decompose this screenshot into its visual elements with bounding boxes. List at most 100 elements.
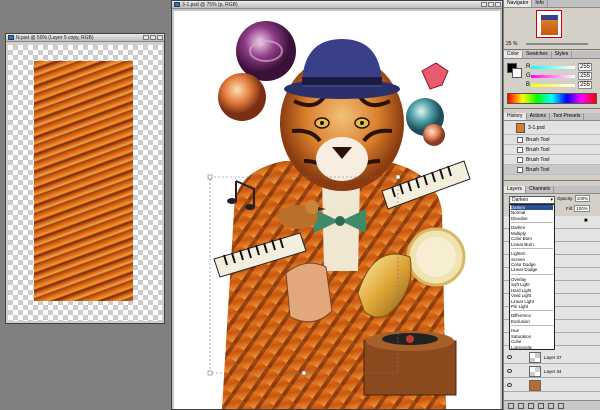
blend-mode-value: Darken: [512, 197, 529, 203]
main-canvas[interactable]: [174, 11, 500, 409]
blend-mode-option[interactable]: Dissolve: [511, 216, 553, 221]
navigator-thumbnail[interactable]: [536, 10, 562, 38]
tab-tool-presets[interactable]: Tool Presets: [550, 113, 585, 120]
left-window-title: N.psd @ 50% (Layer 5 copy, RGB): [16, 34, 94, 41]
mask-icon[interactable]: [528, 403, 534, 409]
chevron-down-icon: ▾: [550, 197, 553, 203]
background-swatch[interactable]: [512, 68, 522, 78]
b-row: B 255: [526, 80, 598, 89]
left-canvas[interactable]: [8, 45, 162, 321]
layer-name: Layer 37: [544, 355, 562, 360]
tab-swatches[interactable]: Swatches: [523, 51, 552, 58]
r-row: R 255: [526, 62, 598, 71]
history-item[interactable]: Brush Tool: [504, 145, 600, 155]
photoshop-doc-icon: [174, 2, 180, 7]
layer-row[interactable]: Layer 37: [504, 351, 600, 364]
color-tabs: Color Swatches Styles: [504, 51, 600, 59]
navigator-panel: Navigator Info 25 %: [504, 0, 600, 50]
maximize-icon[interactable]: [150, 35, 156, 40]
tab-styles[interactable]: Styles: [552, 51, 573, 58]
brush-icon: [517, 167, 523, 173]
history-tabs: History Actions Tool Presets: [504, 113, 600, 121]
opacity-value[interactable]: 100%: [574, 195, 591, 202]
tab-layers[interactable]: Layers: [504, 186, 527, 193]
history-item-label: Brush Tool: [526, 166, 550, 173]
zoom-slider[interactable]: [526, 43, 588, 45]
layers-footer: [504, 400, 600, 410]
r-slider[interactable]: [531, 66, 575, 69]
g-value[interactable]: 255: [578, 71, 592, 80]
history-item-label: Brush Tool: [526, 156, 550, 163]
layer-row[interactable]: Layer 34: [504, 365, 600, 378]
layer-lock-column: ■: [584, 218, 598, 358]
eye-icon[interactable]: [507, 383, 512, 387]
blend-mode-option[interactable]: Linear Dodge: [511, 267, 553, 272]
color-ramp[interactable]: [507, 93, 597, 104]
tab-actions[interactable]: Actions: [527, 113, 550, 120]
opacity-control: Opacity: 100%: [557, 195, 591, 202]
fill-value[interactable]: 100%: [574, 205, 590, 212]
layer-style-icon[interactable]: [518, 403, 524, 409]
brush-icon: [517, 157, 523, 163]
tab-color[interactable]: Color: [504, 51, 523, 58]
history-item-current[interactable]: Brush Tool: [504, 165, 600, 175]
brush-icon: [517, 137, 523, 143]
color-panel: Color Swatches Styles R 255 G 255 B 255: [504, 51, 600, 109]
new-layer-icon[interactable]: [548, 403, 554, 409]
layer-thumbnail: [529, 380, 541, 391]
history-item[interactable]: Brush Tool: [504, 135, 600, 145]
layer-thumbnail: [529, 366, 541, 377]
snapshot-label: 3-1.psd: [528, 124, 545, 131]
brush-icon: [517, 147, 523, 153]
history-item-label: Brush Tool: [526, 136, 550, 143]
snapshot-thumb: [516, 123, 525, 133]
eye-icon[interactable]: [507, 369, 512, 373]
tiger-fur-texture: [34, 61, 133, 301]
tab-history[interactable]: History: [504, 113, 527, 120]
layer-thumbnail: [529, 352, 541, 363]
history-snapshot[interactable]: 3-1.psd: [504, 121, 600, 135]
close-icon[interactable]: [495, 2, 501, 7]
maximize-icon[interactable]: [488, 2, 494, 7]
lock-icon: ■: [584, 218, 588, 224]
left-window-controls: [143, 35, 163, 40]
left-window-titlebar[interactable]: N.psd @ 50% (Layer 5 copy, RGB): [6, 34, 164, 42]
fill-label: Fill:: [566, 206, 573, 211]
link-icon[interactable]: [508, 403, 514, 409]
tab-info[interactable]: Info: [532, 0, 548, 7]
layers-tabs: Layers Channels: [504, 186, 600, 194]
opacity-label: Opacity:: [557, 196, 574, 201]
new-group-icon[interactable]: [538, 403, 544, 409]
thumbnail-art: [541, 15, 558, 35]
blend-mode-option[interactable]: Luminosity: [511, 345, 553, 349]
minimize-icon[interactable]: [481, 2, 487, 7]
b-slider[interactable]: [531, 84, 575, 87]
b-value[interactable]: 255: [578, 80, 592, 89]
blend-mode-dropdown[interactable]: Darken Normal Dissolve Darken Multiply Color …: [509, 204, 555, 350]
history-panel: History Actions Tool Presets 3-1.psd Bru…: [504, 113, 600, 181]
tab-channels[interactable]: Channels: [526, 186, 555, 193]
r-value[interactable]: 255: [578, 62, 592, 71]
g-slider[interactable]: [531, 75, 575, 78]
main-document-window[interactable]: 3-1.psd @ 75% (p, RGB): [171, 0, 503, 410]
navigator-zoom[interactable]: 25 %: [506, 41, 517, 47]
tab-navigator[interactable]: Navigator: [504, 0, 533, 7]
minimize-icon[interactable]: [143, 35, 149, 40]
blend-mode-option[interactable]: Pin Light: [511, 304, 553, 309]
blend-mode-select[interactable]: Darken ▾: [509, 196, 555, 204]
photoshop-doc-icon: [8, 35, 14, 40]
eye-icon[interactable]: [507, 355, 512, 359]
left-document-window[interactable]: N.psd @ 50% (Layer 5 copy, RGB): [5, 33, 165, 324]
fill-control: Fill: 100%: [566, 205, 590, 212]
tiger-artwork: [207, 21, 471, 409]
g-row: G 255: [526, 71, 598, 80]
close-icon[interactable]: [157, 35, 163, 40]
main-window-title: 3-1.psd @ 75% (p, RGB): [182, 1, 238, 8]
navigator-tabs: Navigator Info: [504, 0, 600, 8]
main-window-titlebar[interactable]: 3-1.psd @ 75% (p, RGB): [172, 1, 502, 9]
blend-mode-option[interactable]: Linear Burn: [511, 242, 553, 247]
blend-mode-option[interactable]: Exclusion: [511, 319, 553, 324]
history-item[interactable]: Brush Tool: [504, 155, 600, 165]
layer-row[interactable]: [504, 379, 600, 392]
trash-icon[interactable]: [558, 403, 564, 409]
